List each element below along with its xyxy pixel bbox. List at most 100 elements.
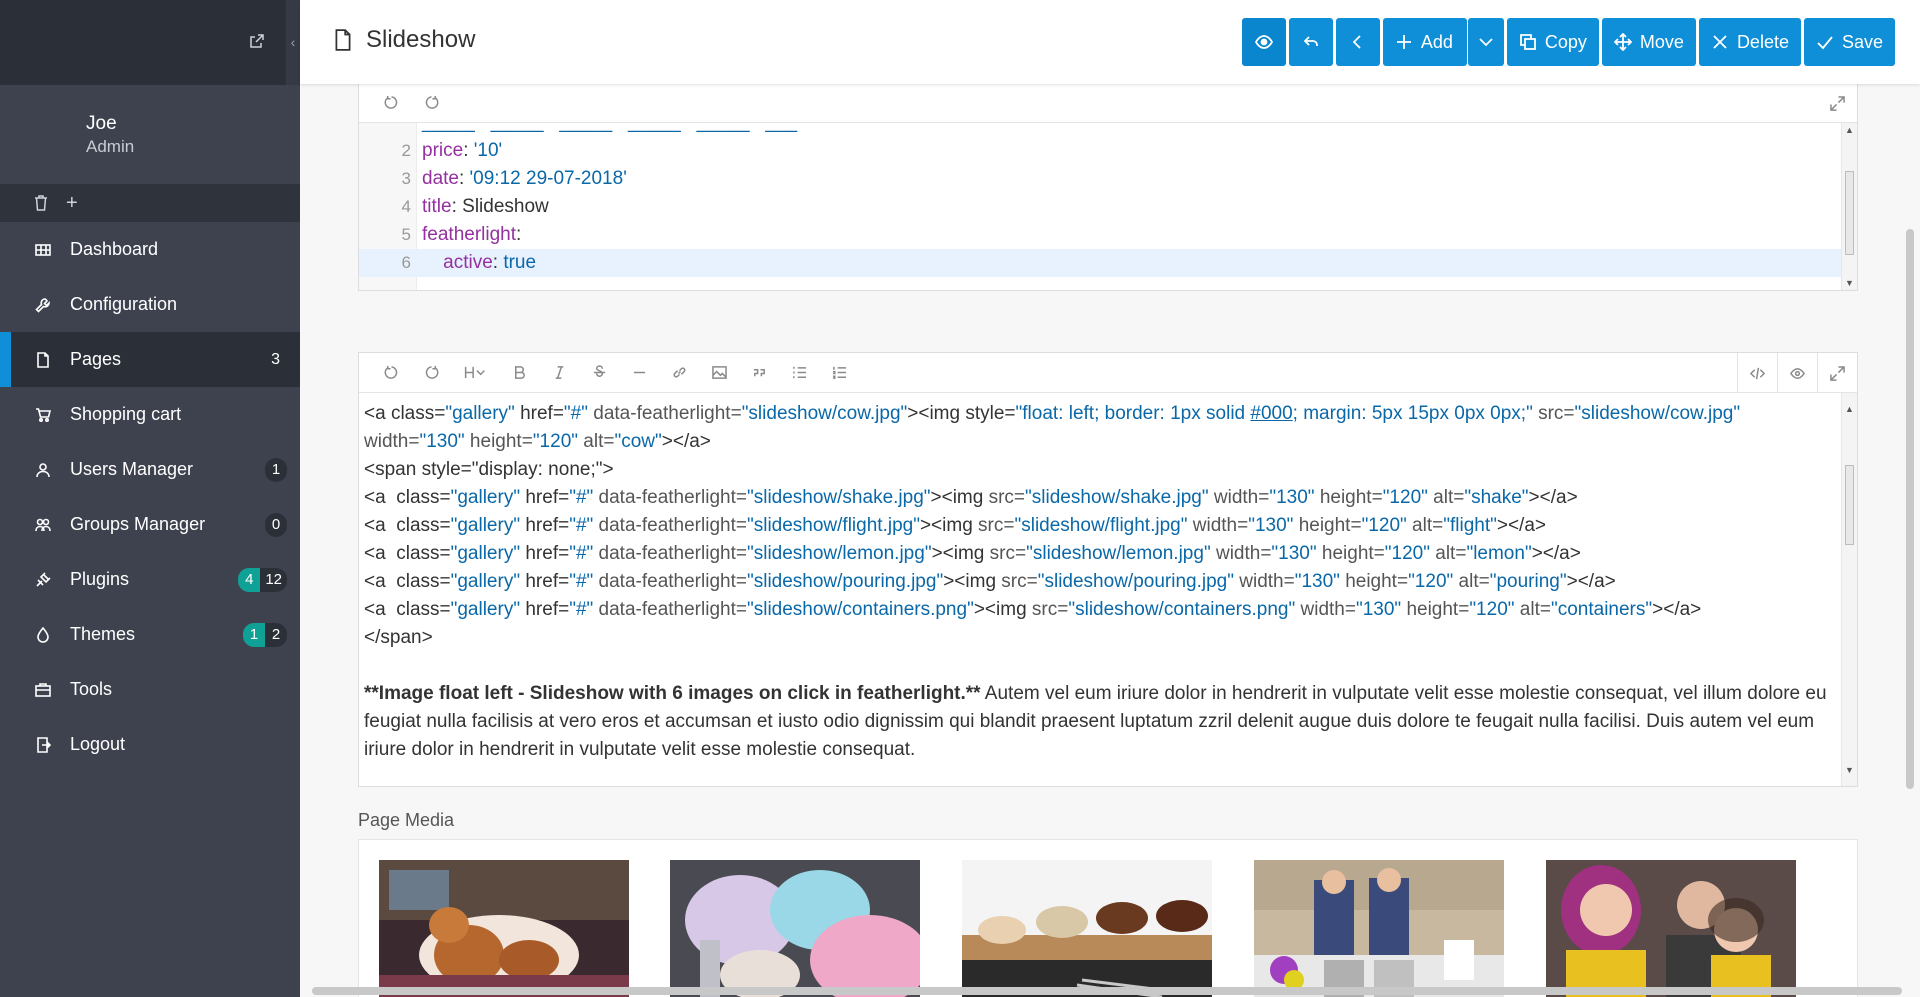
sidebar-item-label: Shopping cart xyxy=(70,404,182,424)
sidebar-item-label: Themes xyxy=(70,624,136,644)
fullscreen-icon[interactable] xyxy=(1817,84,1857,123)
sidebar-nav: Dashboard Configuration Pages 3 Shopping… xyxy=(0,222,300,772)
page-hscrollbar[interactable] xyxy=(312,987,1902,995)
image-icon[interactable] xyxy=(699,353,739,393)
check-icon xyxy=(1817,36,1833,50)
undo-icon[interactable] xyxy=(371,84,411,123)
copy-button[interactable]: Copy xyxy=(1506,18,1599,66)
media-thumb-ice-cream[interactable] xyxy=(962,860,1212,997)
sidebar-item-shopping-cart[interactable]: Shopping cart xyxy=(0,387,300,442)
media-thumb-containers[interactable] xyxy=(1254,860,1504,997)
users-badge: 1 xyxy=(265,457,287,482)
content-scrollbar[interactable]: ▲ ▼ xyxy=(1841,393,1857,786)
save-button[interactable]: Save xyxy=(1803,18,1895,66)
quote-icon[interactable] xyxy=(739,353,779,393)
redo-icon[interactable] xyxy=(411,353,451,393)
sidebar-item-themes[interactable]: Themes 1 2 xyxy=(0,607,300,662)
user-role: Admin xyxy=(86,137,135,156)
chevron-down-icon xyxy=(1479,38,1493,47)
delete-button[interactable]: Delete xyxy=(1698,18,1801,66)
link-icon[interactable] xyxy=(659,353,699,393)
scrollbar-thumb[interactable] xyxy=(1845,465,1854,545)
frontmatter-scrollbar[interactable]: ▲ ▼ xyxy=(1841,123,1857,290)
media-thumb-cow[interactable] xyxy=(379,860,629,997)
revert-button[interactable] xyxy=(1288,18,1333,66)
sidebar-item-label: Plugins xyxy=(70,569,130,589)
numbered-list-icon[interactable] xyxy=(819,353,859,393)
horizontal-rule-icon[interactable] xyxy=(619,353,659,393)
scroll-up-icon[interactable]: ▲ xyxy=(1845,395,1854,423)
sidebar-item-users-manager[interactable]: Users Manager 1 xyxy=(0,442,300,497)
code-line: </span> xyxy=(364,627,433,648)
scrollbar-thumb[interactable] xyxy=(1845,171,1854,255)
copy-icon xyxy=(1519,34,1536,50)
scroll-up-icon[interactable]: ▲ xyxy=(1845,125,1854,135)
code-line: 5 featherlight: xyxy=(401,224,522,245)
add-button[interactable]: Add xyxy=(1382,18,1467,66)
save-button-label: Save xyxy=(1841,31,1883,52)
scroll-down-icon[interactable]: ▼ xyxy=(1845,278,1854,288)
bullet-list-icon[interactable] xyxy=(779,353,819,393)
bold-icon[interactable] xyxy=(499,353,539,393)
code-line: <a class="gallery" href="#" data-feather… xyxy=(364,487,1578,508)
sidebar-item-plugins[interactable]: Plugins 4 12 xyxy=(0,552,300,607)
plug-icon xyxy=(34,571,52,589)
sidebar-item-pages[interactable]: Pages 3 xyxy=(0,332,300,387)
delete-button-label: Delete xyxy=(1736,31,1789,52)
themes-updates-badge: 1 xyxy=(243,622,265,647)
sidebar-item-label: Dashboard xyxy=(70,239,159,259)
themes-total-badge: 2 xyxy=(265,622,287,647)
preview-button[interactable] xyxy=(1241,18,1286,66)
media-thumb-family[interactable] xyxy=(1546,860,1796,997)
quick-add-button[interactable]: + xyxy=(66,192,78,215)
page-scrollbar[interactable] xyxy=(1906,229,1914,789)
code-view-icon[interactable] xyxy=(1737,353,1777,393)
preview-icon[interactable] xyxy=(1777,353,1817,393)
frontmatter-editor: _____ _____ _____ _____ _____ ___ 2 pric… xyxy=(358,84,1858,291)
user-info: Joe Admin xyxy=(0,85,300,184)
users-icon xyxy=(34,516,52,534)
groups-badge: 0 xyxy=(265,512,287,537)
scroll-down-icon[interactable]: ▼ xyxy=(1845,756,1854,784)
quick-tray: + xyxy=(0,184,300,222)
sidebar-item-configuration[interactable]: Configuration xyxy=(0,277,300,332)
add-button-label: Add xyxy=(1420,31,1453,52)
external-link-icon[interactable] xyxy=(250,34,264,48)
content-code[interactable]: <a class="gallery" href="#" data-feather… xyxy=(359,393,1857,786)
sidebar-collapse-toggle[interactable]: ‹ xyxy=(286,0,300,85)
page-toolbar: Add Copy Move Delete Save xyxy=(1241,18,1895,66)
briefcase-icon xyxy=(34,681,52,699)
sidebar-item-label: Configuration xyxy=(70,294,178,314)
wrench-icon xyxy=(34,296,52,314)
sidebar-item-dashboard[interactable]: Dashboard xyxy=(0,222,300,277)
copy-button-label: Copy xyxy=(1544,31,1587,52)
media-thumb-shake[interactable] xyxy=(670,860,920,997)
eye-icon xyxy=(1254,35,1273,49)
code-line: <a class="gallery" href="#" data-feather… xyxy=(364,571,1616,592)
frontmatter-toolbar xyxy=(359,84,1857,123)
add-dropdown-button[interactable] xyxy=(1467,18,1504,66)
redo-icon[interactable] xyxy=(411,84,451,123)
trash-icon[interactable] xyxy=(34,195,48,211)
code-line-active: 6 active: true xyxy=(359,249,1841,277)
file-icon xyxy=(335,29,351,51)
italic-icon[interactable] xyxy=(539,353,579,393)
code-line: <a class="gallery" href="#" data-feather… xyxy=(364,403,1741,424)
sidebar-item-logout[interactable]: Logout xyxy=(0,717,300,772)
strikethrough-icon[interactable] xyxy=(579,353,619,393)
sidebar-item-tools[interactable]: Tools xyxy=(0,662,300,717)
sidebar: ‹ Joe Admin + Dashboard Configuration Pa… xyxy=(0,0,300,997)
code-line: _____ _____ _____ _____ _____ ___ xyxy=(359,123,1841,137)
frontmatter-code[interactable]: _____ _____ _____ _____ _____ ___ 2 pric… xyxy=(359,123,1857,290)
undo-icon[interactable] xyxy=(371,353,411,393)
page-title-text: Slideshow xyxy=(366,26,476,53)
back-button[interactable] xyxy=(1335,18,1380,66)
move-button[interactable]: Move xyxy=(1601,18,1696,66)
sidebar-item-groups-manager[interactable]: Groups Manager 0 xyxy=(0,497,300,552)
code-line: 2 price: '10' xyxy=(401,140,503,161)
sidebar-item-label: Tools xyxy=(70,679,113,699)
heading-icon[interactable] xyxy=(451,353,499,393)
user-name: Joe xyxy=(86,113,117,134)
fullscreen-icon[interactable] xyxy=(1817,353,1857,393)
